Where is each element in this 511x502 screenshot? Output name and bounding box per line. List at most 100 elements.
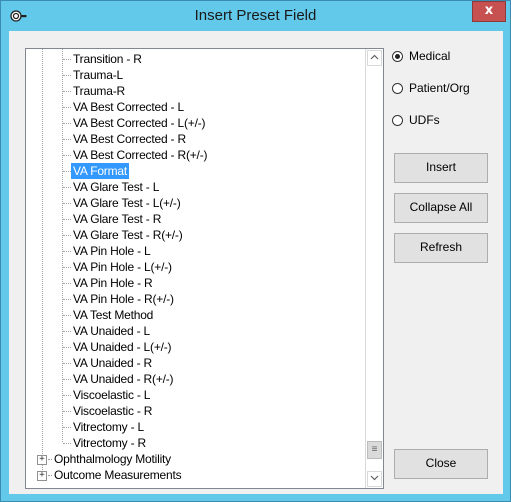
tree-rows: Transition - R Trauma-L Trauma-R VA Best Co… <box>26 49 364 488</box>
tree-connector <box>63 251 71 252</box>
tree-item[interactable]: VA Pin Hole - R(+/-) <box>26 291 364 307</box>
tree-item[interactable]: VA Pin Hole - R <box>26 275 364 291</box>
tree-connector <box>63 395 71 396</box>
tree-item[interactable]: VA Best Corrected - R(+/-) <box>26 147 364 163</box>
tree-item-label[interactable]: VA Best Corrected - L <box>71 99 186 115</box>
window-close-button[interactable]: x <box>472 1 506 22</box>
tree-item-label[interactable]: VA Pin Hole - L(+/-) <box>71 259 174 275</box>
tree-item[interactable]: VA Unaided - R(+/-) <box>26 371 364 387</box>
expand-icon[interactable]: + <box>37 471 47 481</box>
tree-connector <box>63 427 71 428</box>
scroll-down-button[interactable] <box>367 471 382 487</box>
tree-connector <box>63 107 71 108</box>
insert-button[interactable]: Insert <box>394 153 488 183</box>
tree-item[interactable]: VA Glare Test - R(+/-) <box>26 227 364 243</box>
tree-item-label[interactable]: VA Pin Hole - L <box>71 243 153 259</box>
tree-item[interactable]: VA Pin Hole - L <box>26 243 364 259</box>
tree-item-label[interactable]: VA Unaided - L <box>71 323 152 339</box>
tree-connector <box>63 443 71 444</box>
tree-connector <box>63 75 71 76</box>
radio-circle[interactable] <box>392 83 403 94</box>
tree-connector <box>63 411 71 412</box>
tree-item[interactable]: VA Best Corrected - L(+/-) <box>26 115 364 131</box>
tree-item-label[interactable]: Ophthalmology Motility <box>52 451 173 467</box>
tree-item-label[interactable]: Viscoelastic - R <box>71 403 154 419</box>
tree-item[interactable]: VA Unaided - L(+/-) <box>26 339 364 355</box>
expand-icon[interactable]: + <box>37 455 47 465</box>
preset-field-tree[interactable]: Transition - R Trauma-L Trauma-R VA Best Co… <box>25 48 384 489</box>
tree-item[interactable]: Viscoelastic - L <box>26 387 364 403</box>
tree-item-label[interactable]: VA Best Corrected - R(+/-) <box>71 147 209 163</box>
radio-label: Medical <box>409 49 451 63</box>
tree-connector <box>63 219 71 220</box>
radio-dot <box>395 54 400 59</box>
tree-item-label[interactable]: VA Pin Hole - R(+/-) <box>71 291 176 307</box>
tree-connector <box>63 171 71 172</box>
tree-item[interactable]: Viscoelastic - R <box>26 403 364 419</box>
tree-item[interactable]: Trauma-L <box>26 67 364 83</box>
tree-item[interactable]: VA Glare Test - L <box>26 179 364 195</box>
chevron-up-icon <box>370 53 379 63</box>
tree-item[interactable]: Trauma-R <box>26 83 364 99</box>
tree-connector <box>63 331 71 332</box>
tree-connector <box>63 379 71 380</box>
tree-item-label[interactable]: VA Format <box>71 163 129 179</box>
tree-connector <box>63 203 71 204</box>
tree-connector <box>63 315 71 316</box>
refresh-button[interactable]: Refresh <box>394 233 488 263</box>
close-button[interactable]: Close <box>394 449 488 479</box>
tree-item-label[interactable]: VA Unaided - R(+/-) <box>71 371 175 387</box>
tree-item-label[interactable]: VA Best Corrected - L(+/-) <box>71 115 207 131</box>
radio-circle[interactable] <box>392 115 403 126</box>
tree-item[interactable]: VA Best Corrected - R <box>26 131 364 147</box>
tree-connector <box>63 347 71 348</box>
collapse-all-button[interactable]: Collapse All <box>394 193 488 223</box>
tree-item-label[interactable]: Vitrectomy - L <box>71 419 146 435</box>
scroll-thumb[interactable]: ≡ <box>367 441 382 459</box>
tree-item[interactable]: + Outcome Measurements <box>26 467 364 483</box>
title-bar[interactable]: Insert Preset Field x <box>1 1 510 31</box>
tree-item[interactable]: + Ophthalmology Motility <box>26 451 364 467</box>
radio-circle[interactable] <box>392 51 403 62</box>
tree-item[interactable]: VA Pin Hole - L(+/-) <box>26 259 364 275</box>
tree-item-label[interactable]: Trauma-L <box>71 67 125 83</box>
dialog-client-area: Transition - R Trauma-L Trauma-R VA Best Co… <box>9 31 503 494</box>
tree-item[interactable]: VA Format <box>26 163 364 179</box>
tree-item-label[interactable]: VA Pin Hole - R <box>71 275 154 291</box>
tree-connector <box>63 91 71 92</box>
tree-item-label[interactable]: VA Unaided - L(+/-) <box>71 339 173 355</box>
tree-item[interactable]: VA Test Method <box>26 307 364 323</box>
tree-item[interactable]: VA Unaided - L <box>26 323 364 339</box>
radio-label: UDFs <box>409 113 440 127</box>
tree-item-label[interactable]: VA Unaided - R <box>71 355 154 371</box>
tree-connector <box>63 235 71 236</box>
tree-item-label[interactable]: VA Best Corrected - R <box>71 131 188 147</box>
tree-connector <box>63 363 71 364</box>
scroll-up-button[interactable] <box>367 50 382 66</box>
vertical-scrollbar[interactable]: ≡ <box>365 49 383 488</box>
tree-item[interactable]: Transition - R <box>26 51 364 67</box>
tree-item[interactable]: VA Glare Test - L(+/-) <box>26 195 364 211</box>
tree-item[interactable]: VA Best Corrected - L <box>26 99 364 115</box>
tree-item-label[interactable]: VA Test Method <box>71 307 155 323</box>
tree-connector <box>63 187 71 188</box>
tree-item[interactable]: Vitrectomy - L <box>26 419 364 435</box>
tree-item-label[interactable]: Vitrectomy - R <box>71 435 148 451</box>
tree-item-label[interactable]: Transition - R <box>71 51 144 67</box>
tree-item-label[interactable]: VA Glare Test - R <box>71 211 163 227</box>
tree-connector <box>63 267 71 268</box>
tree-item-label[interactable]: Viscoelastic - L <box>71 387 152 403</box>
dialog-window: Insert Preset Field x Transition - R Trau… <box>0 0 511 502</box>
tree-item[interactable]: VA Glare Test - R <box>26 211 364 227</box>
tree-item-label[interactable]: Trauma-R <box>71 83 127 99</box>
grip-icon: ≡ <box>371 444 378 455</box>
tree-item-label[interactable]: VA Glare Test - R(+/-) <box>71 227 185 243</box>
window-title: Insert Preset Field <box>194 7 317 24</box>
tree-item-label[interactable]: Outcome Measurements <box>52 467 183 483</box>
tree-item[interactable]: Vitrectomy - R <box>26 435 364 451</box>
radio-label: Patient/Org <box>409 81 470 95</box>
tree-item-label[interactable]: VA Glare Test - L(+/-) <box>71 195 183 211</box>
tree-item-label[interactable]: VA Glare Test - L <box>71 179 161 195</box>
tree-item[interactable]: VA Unaided - R <box>26 355 364 371</box>
tree-connector <box>63 139 71 140</box>
